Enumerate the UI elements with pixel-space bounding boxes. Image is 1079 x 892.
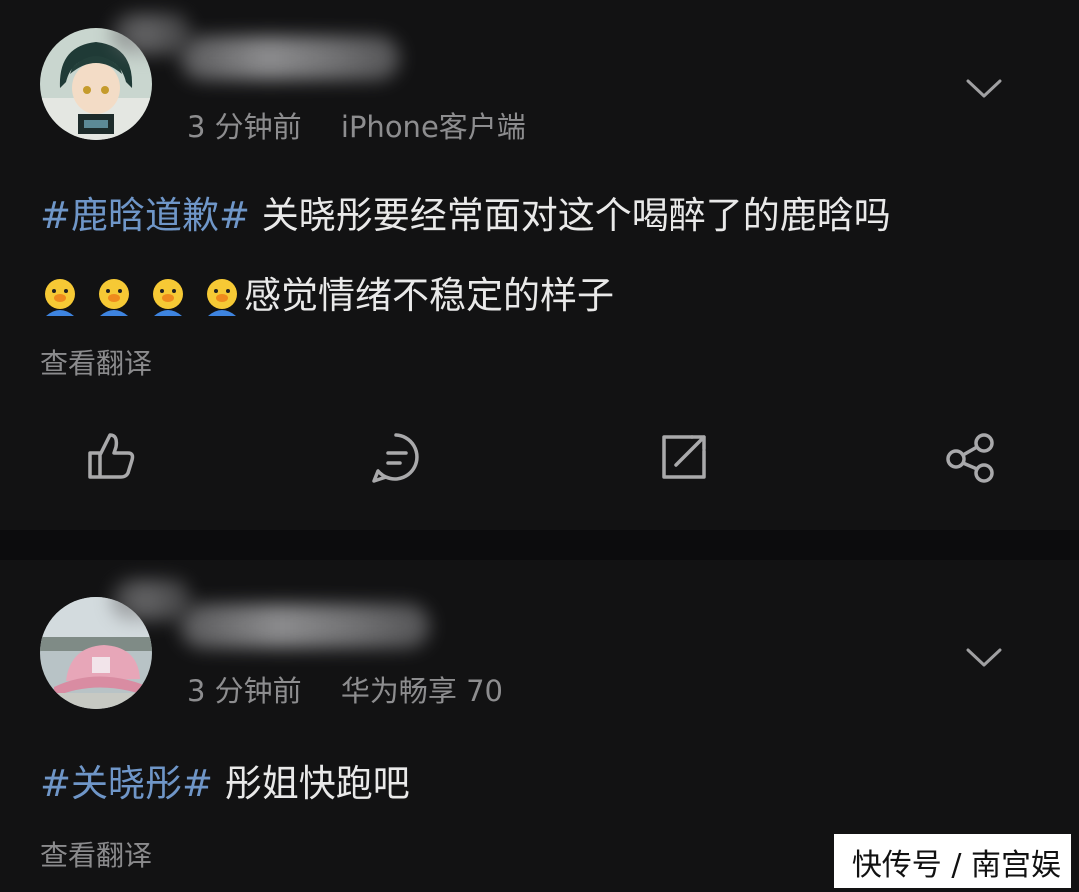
action-bar — [0, 425, 1079, 495]
share-icon — [946, 433, 994, 483]
post-source: iPhone客户端 — [340, 110, 526, 144]
avatar-badge-blurred — [112, 580, 192, 620]
post-source: 华为畅享 70 — [340, 674, 504, 708]
translate-link[interactable]: 查看翻译 — [40, 834, 152, 874]
post-body-line-1: #鹿晗道歉# 关晓彤要经常面对这个喝醉了的鹿晗吗 — [40, 176, 1039, 256]
repost-icon — [662, 435, 706, 479]
hashtag-link[interactable]: #关晓彤# — [40, 762, 213, 805]
comment-button[interactable] — [364, 425, 428, 489]
chick-emoji-icon — [207, 278, 237, 316]
avatar-badge-blurred — [112, 14, 192, 54]
share-button[interactable] — [938, 425, 1002, 489]
post-body: #鹿晗道歉# 关晓彤要经常面对这个喝醉了的鹿晗吗 感觉情绪不稳定的样子 — [40, 176, 1039, 336]
post-body: #关晓彤# 彤姐快跑吧 — [40, 744, 1039, 824]
post-body-line-2: 感觉情绪不稳定的样子 — [40, 256, 1039, 336]
post-body-line-1: #关晓彤# 彤姐快跑吧 — [40, 744, 1039, 824]
chick-emoji-icon — [153, 278, 183, 316]
post-meta: 3 分钟前 华为畅享 70 — [187, 668, 503, 710]
post-text: 感觉情绪不稳定的样子 — [244, 274, 614, 317]
username-blurred[interactable] — [180, 604, 430, 648]
comment-icon — [372, 433, 419, 483]
post-text: 关晓彤要经常面对这个喝醉了的鹿晗吗 — [250, 194, 891, 237]
post-text: 彤姐快跑吧 — [213, 762, 410, 805]
post-time: 3 分钟前 — [187, 110, 302, 144]
chevron-down-icon[interactable] — [966, 648, 1002, 668]
translate-link[interactable]: 查看翻译 — [40, 342, 152, 382]
like-icon — [88, 433, 135, 479]
username-blurred[interactable] — [180, 36, 400, 80]
chick-emoji-icon — [99, 278, 129, 316]
like-button[interactable] — [78, 425, 142, 489]
chick-emoji-icon — [45, 278, 75, 316]
hashtag-link[interactable]: #鹿晗道歉# — [40, 194, 250, 237]
post-meta: 3 分钟前 iPhone客户端 — [187, 104, 526, 146]
emoji-group — [40, 276, 242, 320]
repost-button[interactable] — [652, 425, 716, 489]
post-time: 3 分钟前 — [187, 674, 302, 708]
watermark: 快传号 / 南宫娱 — [833, 834, 1071, 888]
chevron-down-icon[interactable] — [966, 79, 1002, 99]
